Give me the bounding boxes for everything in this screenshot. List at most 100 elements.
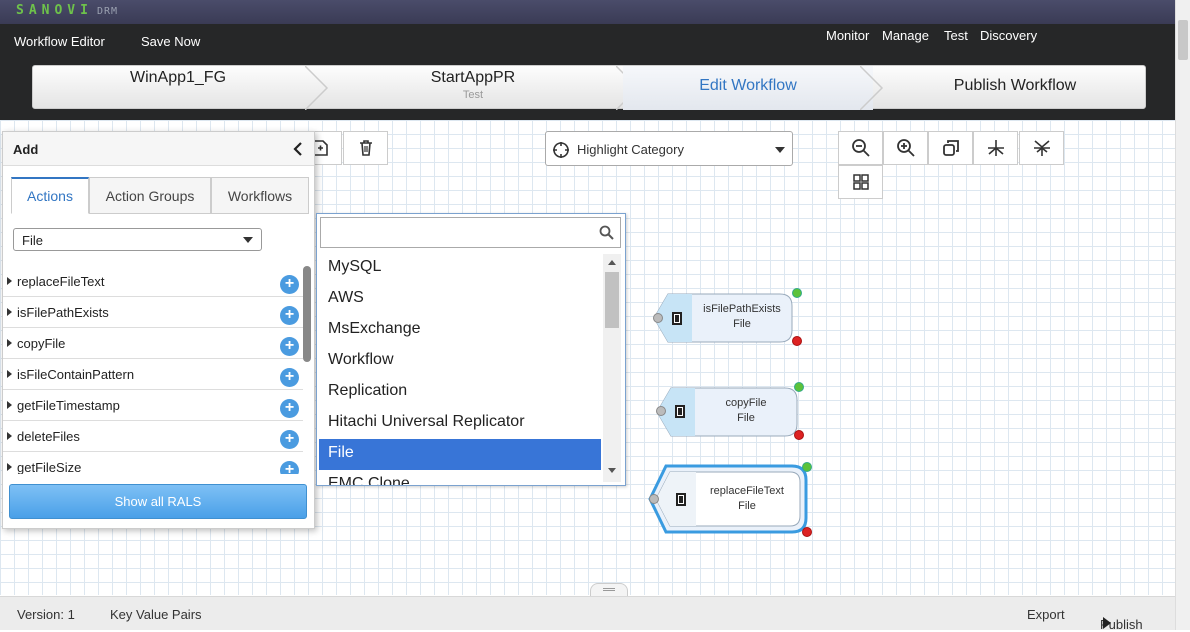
page-scroll-thumb[interactable] bbox=[1178, 20, 1188, 60]
file-icon bbox=[672, 312, 682, 325]
node-title: isFilePathExists bbox=[703, 303, 781, 315]
collapse-panel-icon[interactable] bbox=[291, 141, 305, 157]
expand-arrow-icon[interactable] bbox=[7, 308, 12, 316]
zoom-in-icon[interactable] bbox=[883, 131, 928, 165]
expand-arrow-icon[interactable] bbox=[7, 370, 12, 378]
save-now-link[interactable]: Save Now bbox=[141, 34, 200, 49]
failure-port[interactable] bbox=[794, 430, 804, 440]
wizard-steps: WinApp1_FG StartAppPR Test Edit Workflow … bbox=[32, 65, 1147, 110]
grid-icon[interactable] bbox=[838, 165, 883, 199]
monitor-link[interactable]: Monitor bbox=[826, 28, 869, 43]
node-title: copyFile bbox=[725, 397, 767, 409]
add-icon[interactable]: + bbox=[280, 275, 299, 294]
list-item[interactable]: isFilePathExists + bbox=[3, 297, 303, 328]
input-port[interactable] bbox=[656, 406, 666, 416]
node-type: File bbox=[737, 412, 755, 424]
action-label: replaceFileText bbox=[17, 274, 105, 289]
action-label: getFileSize bbox=[17, 460, 82, 474]
action-label: isFileContainPattern bbox=[17, 367, 135, 382]
panel-scrollbar[interactable] bbox=[303, 266, 311, 362]
step-edit-workflow[interactable]: Edit Workflow bbox=[623, 66, 873, 110]
add-icon[interactable]: + bbox=[280, 430, 299, 449]
dropdown-search-input[interactable] bbox=[320, 217, 621, 248]
file-icon bbox=[675, 405, 685, 418]
chevron-down-icon bbox=[775, 147, 785, 153]
list-item[interactable]: getFileTimestamp + bbox=[3, 390, 303, 421]
scroll-down-icon[interactable] bbox=[607, 467, 617, 475]
node-title: replaceFileText bbox=[710, 485, 784, 497]
success-port[interactable] bbox=[794, 382, 804, 392]
category-select[interactable]: File bbox=[13, 228, 262, 251]
highlight-category-select[interactable]: Highlight Category bbox=[545, 131, 793, 166]
add-icon[interactable]: + bbox=[280, 461, 299, 474]
export-link[interactable]: Export bbox=[1027, 607, 1065, 622]
panel-title: Add bbox=[13, 142, 39, 157]
failure-port[interactable] bbox=[802, 527, 812, 537]
dropdown-option[interactable]: Hitachi Universal Replicator bbox=[319, 408, 601, 439]
dropdown-option[interactable]: EMC Clone bbox=[319, 470, 601, 485]
input-port[interactable] bbox=[653, 313, 663, 323]
step-start-app[interactable]: StartAppPR Test bbox=[333, 66, 613, 110]
page-scrollbar[interactable] bbox=[1175, 0, 1190, 630]
manage-link[interactable]: Manage bbox=[882, 28, 929, 43]
add-icon[interactable]: + bbox=[280, 337, 299, 356]
expand-arrow-icon[interactable] bbox=[7, 401, 12, 409]
highlight-placeholder: Highlight Category bbox=[577, 142, 684, 157]
action-label: getFileTimestamp bbox=[17, 398, 120, 413]
list-item[interactable]: replaceFileText + bbox=[3, 266, 303, 297]
dropdown-scroll-thumb[interactable] bbox=[605, 272, 619, 328]
version-label: Version: 1 bbox=[17, 607, 75, 622]
discovery-link[interactable]: Discovery bbox=[980, 28, 1037, 43]
add-icon[interactable]: + bbox=[280, 399, 299, 418]
success-port[interactable] bbox=[792, 288, 802, 298]
delete-icon[interactable] bbox=[343, 131, 388, 165]
list-item[interactable]: deleteFiles + bbox=[3, 421, 303, 452]
status-bar: Version: 1 Key Value Pairs Export Publis… bbox=[0, 596, 1175, 632]
chevron-down-icon bbox=[243, 237, 253, 243]
input-port[interactable] bbox=[649, 494, 659, 504]
scroll-up-icon[interactable] bbox=[607, 258, 617, 266]
show-all-rals-button[interactable]: Show all RALS bbox=[9, 484, 307, 519]
zoom-out-icon[interactable] bbox=[838, 131, 883, 165]
copy-icon[interactable] bbox=[928, 131, 973, 165]
category-dropdown: MySQL AWS MsExchange Workflow Replicatio… bbox=[316, 213, 626, 486]
expand-arrow-icon[interactable] bbox=[7, 277, 12, 285]
action-label: copyFile bbox=[17, 336, 66, 351]
failure-port[interactable] bbox=[792, 336, 802, 346]
add-icon[interactable]: + bbox=[280, 368, 299, 387]
logo: SANOVI DRM bbox=[16, 3, 119, 18]
node-type: File bbox=[738, 500, 756, 512]
dropdown-option-selected[interactable]: File bbox=[319, 439, 601, 470]
fork-icon[interactable] bbox=[973, 131, 1018, 165]
dropdown-option[interactable]: AWS bbox=[319, 284, 601, 315]
file-icon bbox=[676, 493, 686, 506]
dropdown-option[interactable]: Workflow bbox=[319, 346, 601, 377]
expand-arrow-icon[interactable] bbox=[7, 432, 12, 440]
expand-arrow-icon[interactable] bbox=[7, 339, 12, 347]
test-link[interactable]: Test bbox=[944, 28, 968, 43]
step-workflow-name[interactable]: WinApp1_FG bbox=[33, 66, 323, 110]
dropdown-option[interactable]: Replication bbox=[319, 377, 601, 408]
add-icon[interactable]: + bbox=[280, 306, 299, 325]
dropdown-option[interactable]: MsExchange bbox=[319, 315, 601, 346]
tab-action-groups[interactable]: Action Groups bbox=[89, 177, 211, 214]
tab-actions[interactable]: Actions bbox=[11, 177, 89, 214]
list-item[interactable]: getFileSize + bbox=[3, 452, 303, 474]
brand-bar: SANOVI DRM bbox=[0, 0, 1175, 24]
drawer-handle[interactable] bbox=[590, 583, 628, 596]
tab-workflows[interactable]: Workflows bbox=[211, 177, 309, 214]
actions-list: replaceFileText + isFilePathExists + copyF… bbox=[3, 266, 303, 474]
category-value: File bbox=[22, 233, 43, 248]
list-item[interactable]: isFileContainPattern + bbox=[3, 359, 303, 390]
step-chevron bbox=[305, 66, 329, 110]
expand-arrow-icon[interactable] bbox=[7, 463, 12, 471]
dropdown-option[interactable]: MySQL bbox=[319, 253, 601, 284]
workflow-editor-link[interactable]: Workflow Editor bbox=[14, 34, 105, 49]
list-item[interactable]: copyFile + bbox=[3, 328, 303, 359]
success-port[interactable] bbox=[802, 462, 812, 472]
search-icon bbox=[599, 225, 614, 240]
merge-icon[interactable] bbox=[1019, 131, 1064, 165]
step-publish-workflow[interactable]: Publish Workflow bbox=[883, 66, 1147, 110]
action-label: isFilePathExists bbox=[17, 305, 109, 320]
key-value-pairs-link[interactable]: Key Value Pairs bbox=[110, 607, 202, 622]
